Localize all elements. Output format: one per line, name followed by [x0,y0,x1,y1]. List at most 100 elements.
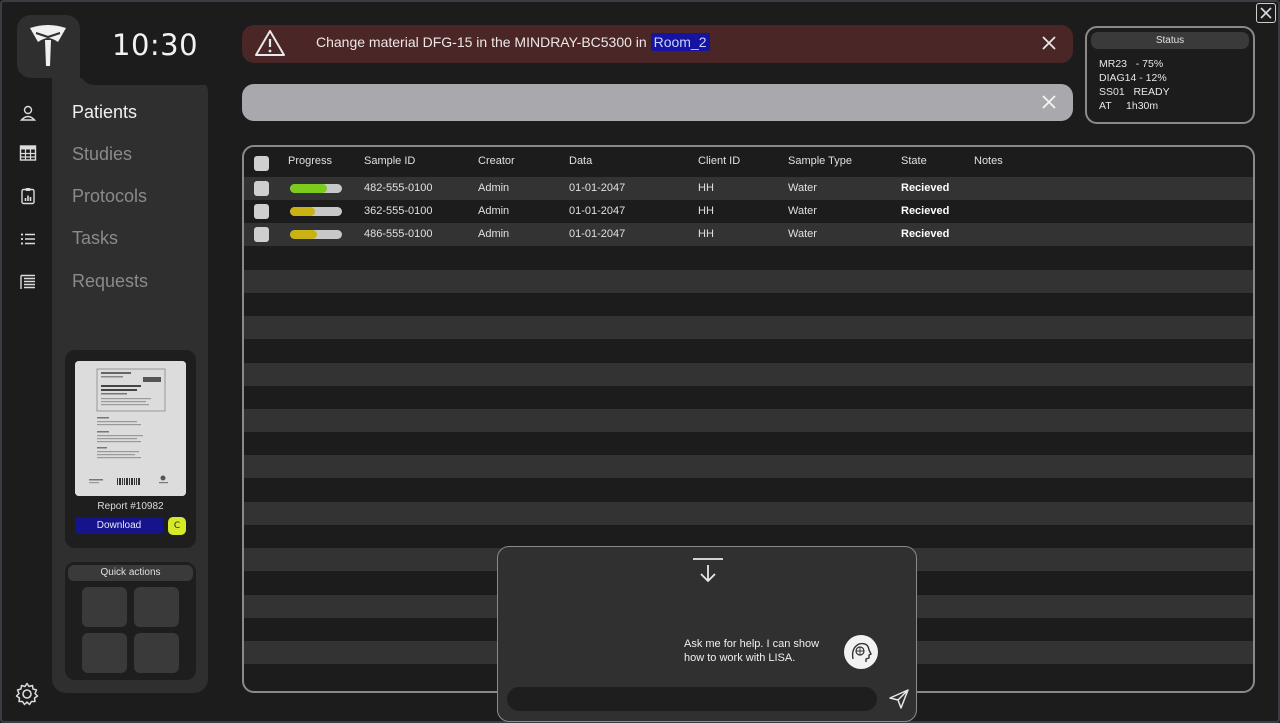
table-row[interactable]: 482-555-0100 Admin 01-01-2047 HH Water Reciev… [244,177,1253,200]
status-line: SS01 READY [1099,86,1170,98]
column-header-progress[interactable]: Progress [288,155,332,167]
cell-creator: Admin [478,205,510,218]
cell-sample-type: Water [788,228,817,241]
column-header-sample-type[interactable]: Sample Type [788,155,852,167]
close-icon [1260,7,1272,19]
table-row [244,409,1253,432]
chat-input[interactable] [507,687,877,711]
cell-client-id: HH [698,228,714,241]
status-panel: Status MR23 - 75% DIAG14 - 12% SS01 READY A… [1085,26,1255,124]
quick-action-2-button[interactable] [134,587,179,627]
column-header-creator[interactable]: Creator [478,155,515,167]
send-icon[interactable] [888,688,910,710]
clock: 10:30 [112,28,199,62]
alert-message: Change material DFG-15 in the MINDRAY-BC… [316,33,710,51]
assistant-avatar [844,635,878,669]
cell-state: Recieved [901,228,950,241]
column-header-notes[interactable]: Notes [974,155,1003,167]
table-header: Progress Sample ID Creator Data Client I… [244,150,1253,173]
report-preview-image [75,361,186,496]
cell-client-id: HH [698,182,714,194]
search-clear-icon[interactable] [1039,92,1059,112]
alert-close-icon[interactable] [1039,33,1059,53]
table-row [244,525,1253,548]
table-row [244,316,1253,340]
alert-room-link[interactable]: Room_2 [650,33,710,51]
progress-fill [290,184,328,193]
progress-bar [290,230,342,240]
status-lines: MR23 - 75% DIAG14 - 12% SS01 READY AT 1h30m [1099,57,1170,113]
cell-creator: Admin [478,228,510,241]
document-list-icon[interactable] [16,270,40,294]
table-row [244,339,1253,362]
download-button[interactable]: Download [75,517,163,534]
alert-text: Change material DFG-15 in the MINDRAY-BC… [316,34,647,50]
cell-creator: Admin [478,182,510,194]
status-line: AT 1h30m [1099,100,1159,112]
cell-sample-type: Water [788,182,817,194]
row-checkbox[interactable] [254,181,269,196]
column-header-client-id[interactable]: Client ID [698,155,740,167]
table-row [244,432,1253,455]
progress-bar [290,207,342,217]
quick-action-1-button[interactable] [82,587,127,627]
table-row [244,455,1253,479]
brain-head-icon [851,642,872,662]
search-bar [242,84,1073,121]
report-label: Report #10982 [97,501,164,512]
column-header-state[interactable]: State [901,155,927,167]
report-card: Report #10982 Download C [65,350,196,548]
cell-data: 01-01-2047 [569,205,626,218]
app-logo-icon [30,25,66,66]
clipboard-chart-icon[interactable] [16,184,40,208]
cell-data: 01-01-2047 [569,182,626,194]
progress-bar [290,184,342,193]
window-close-button[interactable] [1256,3,1276,23]
collapse-down-icon[interactable] [691,557,725,585]
cell-sample-type: Water [788,205,817,218]
row-checkbox[interactable] [254,204,269,220]
status-title: Status [1091,32,1249,49]
table-row [244,293,1253,316]
nav-item-tasks[interactable]: Tasks [72,228,118,249]
report-badge[interactable]: C [168,517,186,535]
progress-fill [290,207,315,217]
table-row [244,479,1253,502]
column-header-data[interactable]: Data [569,155,592,167]
cell-state: Recieved [901,205,950,218]
table-row [244,247,1253,270]
quick-action-4-button[interactable] [134,633,179,673]
report-thumbnail[interactable] [75,361,186,496]
nav-item-protocols[interactable]: Protocols [72,186,147,207]
assistant-chat-panel: Ask me for help. I can show how to work … [497,546,917,722]
alert-banner: Change material DFG-15 in the MINDRAY-BC… [242,25,1073,63]
quick-actions-card: Quick actions [65,562,196,680]
assistant-message: Ask me for help. I can show how to work … [684,638,820,664]
table-row [244,501,1253,525]
table-row[interactable]: 486-555-0100 Admin 01-01-2047 HH Water Reciev… [244,223,1253,247]
gear-icon[interactable] [14,681,40,707]
search-input[interactable] [256,90,1016,114]
column-header-sample-id[interactable]: Sample ID [364,155,415,167]
cell-sample-id: 486-555-0100 [364,228,433,241]
nav-item-studies[interactable]: Studies [72,144,132,165]
cell-state: Recieved [901,182,950,194]
nav-item-patients[interactable]: Patients [72,102,137,123]
user-icon[interactable] [16,101,40,125]
cell-sample-id: 362-555-0100 [364,205,433,218]
cell-data: 01-01-2047 [569,228,626,241]
row-checkbox[interactable] [254,227,269,243]
quick-action-3-button[interactable] [82,633,127,673]
warning-icon [255,30,285,56]
quick-actions-title: Quick actions [68,565,193,581]
cell-sample-id: 482-555-0100 [364,182,433,194]
table-row [244,362,1253,386]
list-icon[interactable] [16,227,40,251]
select-all-checkbox[interactable] [254,156,269,171]
status-line: DIAG14 - 12% [1099,72,1167,84]
table-icon[interactable] [16,141,40,165]
nav-item-requests[interactable]: Requests [72,271,148,292]
table-row[interactable]: 362-555-0100 Admin 01-01-2047 HH Water Reciev… [244,200,1253,223]
progress-fill [290,230,318,240]
table-row [244,386,1253,409]
